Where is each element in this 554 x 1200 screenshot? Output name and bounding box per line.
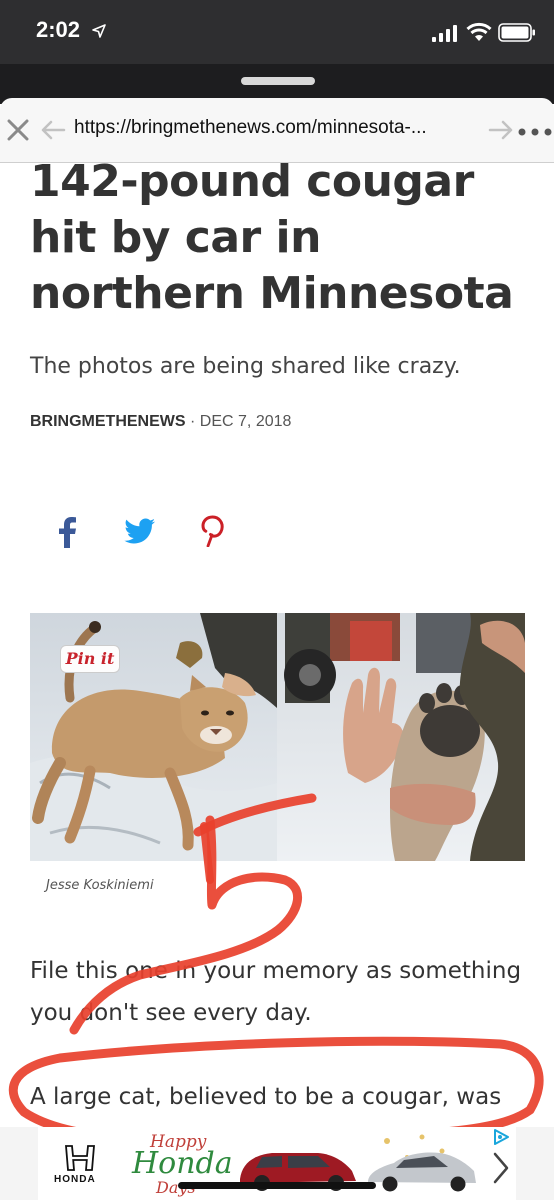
forward-arrow-icon[interactable] [488,120,514,140]
back-arrow-icon[interactable] [40,120,66,140]
pinterest-icon[interactable] [200,515,226,547]
publish-date: DEC 7, 2018 [199,413,292,430]
byline-separator: · [190,413,196,430]
location-arrow-icon [92,24,106,38]
article-paragraph-1: File this one in your memory as somethin… [30,958,522,1026]
article-byline: BRINGMETHENEWS · DEC 7, 2018 [30,413,291,431]
chevron-right-icon[interactable] [486,1148,516,1188]
article-headline: 142-pound cougar hit by car in northern … [30,156,514,319]
url-address[interactable]: https://bringmethenews.com/minnesota-... [74,117,427,139]
twitter-icon[interactable] [124,518,156,546]
home-indicator[interactable] [178,1182,376,1189]
ad-honda-text: Honda [132,1146,233,1181]
more-options-icon[interactable] [518,128,552,136]
photo-caption: Jesse Koskiniemi [46,878,154,893]
article-paragraph-2: A large cat, believed to be a cougar, wa… [30,1084,502,1110]
close-icon[interactable] [6,118,30,142]
adchoices-icon[interactable] [492,1129,510,1145]
facebook-icon[interactable] [56,516,78,548]
article-subtitle: The photos are being shared like crazy. [30,354,461,379]
wifi-icon [466,22,492,41]
status-time: 2:02 [36,17,81,42]
cellular-signal-icon [432,25,457,42]
battery-icon [498,23,535,42]
pin-it-button[interactable]: Pin it [60,645,120,673]
sheet-grabber-handle[interactable] [241,77,315,85]
honda-logo-icon [65,1145,95,1171]
honda-wordmark: HONDA [54,1174,96,1185]
publisher-name[interactable]: BRINGMETHENEWS [30,413,186,430]
